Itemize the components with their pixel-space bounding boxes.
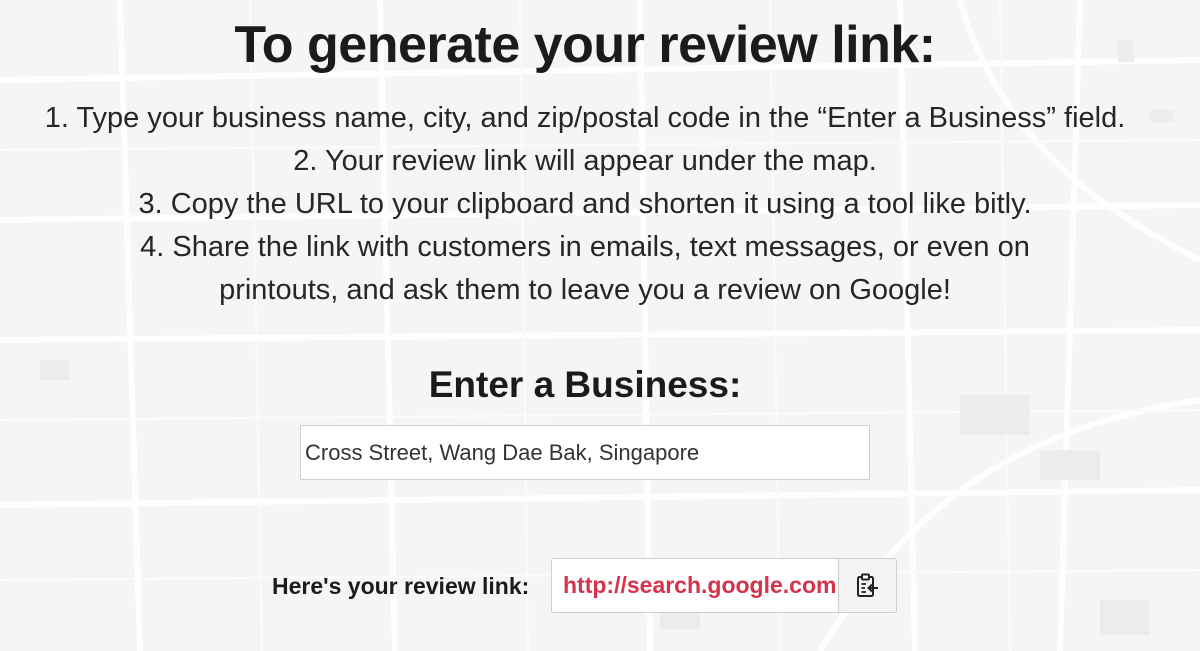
copy-to-clipboard-button[interactable] bbox=[838, 559, 896, 612]
page-title: To generate your review link: bbox=[234, 16, 936, 74]
instruction-step-3: 3. Copy the URL to your clipboard and sh… bbox=[138, 188, 1032, 220]
enter-business-heading: Enter a Business: bbox=[428, 364, 742, 405]
business-search-input[interactable] bbox=[300, 425, 870, 480]
instructions-list: 1. Type your business name, city, and zi… bbox=[0, 97, 1170, 312]
review-link-page: To generate your review link: 1. Type yo… bbox=[0, 0, 1200, 651]
clipboard-copy-icon bbox=[856, 573, 878, 597]
instruction-step-1: 1. Type your business name, city, and zi… bbox=[44, 102, 1126, 134]
instruction-step-4-line-1: 4. Share the link with customers in emai… bbox=[140, 231, 1030, 263]
review-link-label: Here's your review link: bbox=[272, 573, 530, 599]
instruction-step-2: 2. Your review link will appear under th… bbox=[293, 145, 877, 177]
review-link-field[interactable] bbox=[552, 559, 838, 612]
instruction-step-4-line-2: printouts, and ask them to leave you a r… bbox=[219, 274, 951, 306]
review-link-group bbox=[551, 558, 897, 613]
